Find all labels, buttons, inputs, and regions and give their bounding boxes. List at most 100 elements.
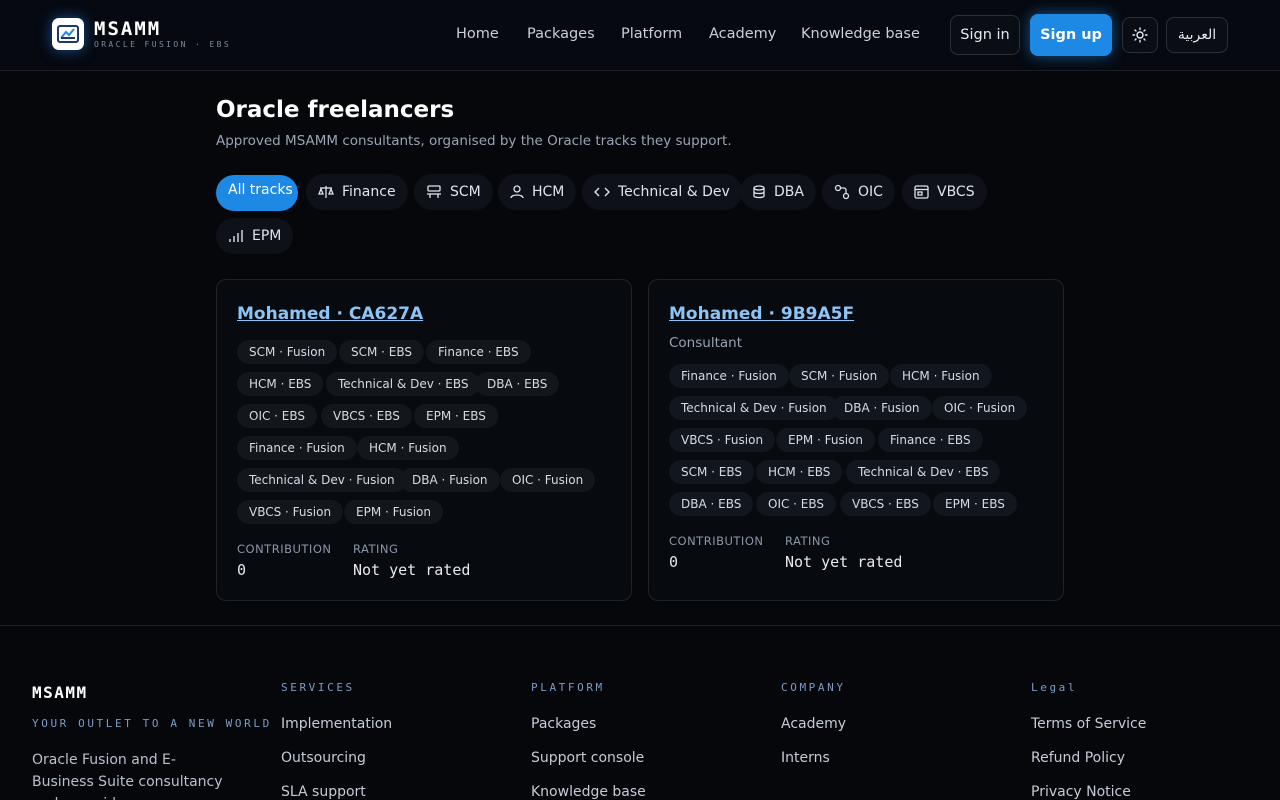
nav-packages[interactable]: Packages (527, 26, 595, 42)
track-tag: Technical & Dev · Fusion (669, 396, 839, 420)
filter-label: VBCS (937, 184, 975, 200)
contribution-label: CONTRIBUTION (237, 542, 332, 556)
filter-epm[interactable]: EPM (216, 218, 294, 254)
filter-all-tracks[interactable]: All tracks (216, 175, 298, 211)
track-tag: Finance · EBS (878, 428, 983, 452)
track-tag: SCM · Fusion (237, 340, 338, 364)
rating-value: Not yet rated (353, 561, 471, 579)
track-tag: HCM · Fusion (357, 436, 459, 460)
database-icon (753, 185, 765, 199)
nav-academy[interactable]: Academy (709, 26, 776, 42)
user-icon (510, 185, 524, 199)
filter-label: EPM (252, 228, 282, 244)
footer-link-knowledge-base[interactable]: Knowledge base (531, 784, 646, 800)
filter-label: DBA (774, 184, 804, 200)
rating-label: RATING (353, 542, 399, 556)
track-tag: OIC · Fusion (932, 396, 1028, 420)
filter-label: OIC (858, 184, 883, 200)
page-subtitle: Approved MSAMM consultants, organised by… (216, 133, 732, 149)
track-tag: OIC · EBS (237, 404, 318, 428)
track-tag: EPM · EBS (933, 492, 1017, 516)
freelancer-name-link[interactable]: Mohamed · 9B9A5F (669, 304, 854, 324)
footer-heading-services: SERVICES (281, 681, 355, 694)
track-tag: Technical & Dev · Fusion (237, 468, 407, 492)
footer-link-academy[interactable]: Academy (781, 716, 846, 732)
track-tag: Technical & Dev · EBS (846, 460, 1001, 484)
footer-link-outsourcing[interactable]: Outsourcing (281, 750, 366, 766)
filter-label: Technical & Dev (618, 184, 730, 200)
freelancer-name-link[interactable]: Mohamed · CA627A (237, 304, 423, 324)
track-tag: Finance · Fusion (237, 436, 357, 460)
integration-icon (834, 184, 850, 200)
app-window-icon (914, 185, 929, 199)
filter-finance[interactable]: Finance (306, 174, 408, 210)
track-tag: VBCS · Fusion (669, 428, 776, 452)
track-tag: HCM · EBS (756, 460, 843, 484)
footer-description: Oracle Fusion and E-Business Suite consu… (32, 752, 223, 800)
freelancer-card: Mohamed · 9B9A5F Consultant Finance · Fu… (648, 279, 1064, 601)
footer-link-sla-support[interactable]: SLA support (281, 784, 366, 800)
filter-oic[interactable]: OIC (822, 174, 895, 210)
contribution-label: CONTRIBUTION (669, 534, 764, 548)
track-tag: HCM · EBS (237, 372, 324, 396)
contribution-value: 0 (237, 561, 247, 579)
track-tag: VBCS · EBS (840, 492, 931, 516)
filter-scm[interactable]: SCM (414, 174, 493, 210)
filter-technical-dev[interactable]: Technical & Dev (582, 174, 742, 210)
footer-heading-company: COMPANY (781, 681, 846, 694)
site-header: MSAMM ORACLE FUSION · EBS Home Packages … (0, 0, 1280, 71)
track-tag: DBA · EBS (669, 492, 754, 516)
sun-icon (1132, 27, 1148, 43)
track-tag: SCM · Fusion (789, 364, 890, 388)
logo-icon[interactable] (52, 18, 84, 50)
filter-dba[interactable]: DBA (740, 174, 816, 210)
track-tag: VBCS · Fusion (237, 500, 344, 524)
footer-link-interns[interactable]: Interns (781, 750, 830, 766)
code-icon (594, 187, 610, 197)
footer-link-refund-policy[interactable]: Refund Policy (1031, 750, 1125, 766)
language-button[interactable]: العربية (1166, 17, 1228, 53)
nav-home[interactable]: Home (456, 26, 499, 42)
footer-link-packages[interactable]: Packages (531, 716, 596, 732)
rating-value: Not yet rated (785, 553, 903, 571)
track-tag: Finance · Fusion (669, 364, 789, 388)
filter-hcm[interactable]: HCM (498, 174, 577, 210)
freelancer-role: Consultant (669, 335, 742, 351)
footer-link-support-console[interactable]: Support console (531, 750, 644, 766)
track-tag: EPM · EBS (414, 404, 498, 428)
filter-label: SCM (450, 184, 481, 200)
nav-knowledge-base[interactable]: Knowledge base (801, 26, 920, 42)
nav-platform[interactable]: Platform (621, 26, 682, 42)
sign-in-button[interactable]: Sign in (950, 15, 1020, 55)
site-footer: MSAMM YOUR OUTLET TO A NEW WORLD Oracle … (0, 625, 1280, 800)
track-tag: SCM · EBS (339, 340, 425, 364)
brand-subtitle: ORACLE FUSION · EBS (94, 40, 232, 49)
conveyor-icon (427, 185, 441, 198)
theme-toggle-button[interactable] (1122, 17, 1158, 53)
track-tag: DBA · Fusion (400, 468, 500, 492)
page-title: Oracle freelancers (216, 97, 455, 123)
track-tag: EPM · Fusion (344, 500, 443, 524)
track-tag: OIC · EBS (756, 492, 837, 516)
footer-link-terms[interactable]: Terms of Service (1031, 716, 1146, 732)
footer-link-privacy-notice[interactable]: Privacy Notice (1031, 784, 1131, 800)
filter-label: All tracks (228, 182, 293, 198)
brand-name[interactable]: MSAMM (94, 18, 161, 40)
footer-heading-platform: PLATFORM (531, 681, 605, 694)
bar-chart-icon (229, 230, 243, 242)
filter-label: HCM (532, 184, 565, 200)
sign-up-button[interactable]: Sign up (1030, 14, 1112, 56)
rating-label: RATING (785, 534, 831, 548)
track-tag: EPM · Fusion (776, 428, 875, 452)
footer-link-implementation[interactable]: Implementation (281, 716, 392, 732)
freelancer-card: Mohamed · CA627A SCM · Fusion SCM · EBS … (216, 279, 632, 601)
track-tag: HCM · Fusion (890, 364, 992, 388)
footer-tagline: YOUR OUTLET TO A NEW WORLD (32, 717, 272, 730)
scale-icon (318, 186, 334, 198)
track-tag: Technical & Dev · EBS (326, 372, 481, 396)
track-tag: VBCS · EBS (321, 404, 412, 428)
track-tag: SCM · EBS (669, 460, 755, 484)
footer-brand: MSAMM (32, 683, 88, 702)
filter-vbcs[interactable]: VBCS (902, 174, 987, 210)
filter-label: Finance (342, 184, 396, 200)
